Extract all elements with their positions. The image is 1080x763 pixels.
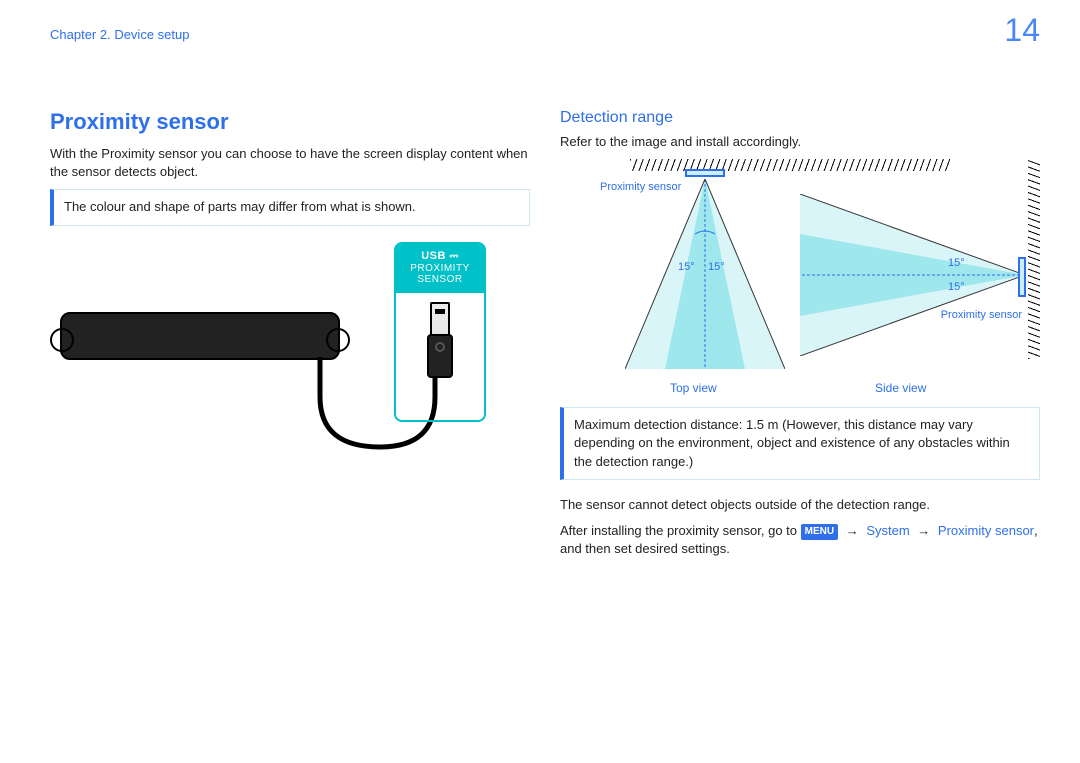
proximity-sensor-label-side: Proximity sensor — [941, 309, 1022, 322]
arrow-icon: → — [846, 523, 859, 538]
usb-proximity-sensor-box: USB ⎓ PROXIMITY SENSOR — [394, 242, 486, 422]
path-proximity-sensor: Proximity sensor — [938, 523, 1034, 538]
ceiling-hatch-graphic — [630, 159, 950, 171]
max-distance-note: Maximum detection distance: 1.5 m (Howev… — [560, 407, 1040, 480]
wall-hatch-graphic — [1028, 159, 1040, 359]
page-header: Chapter 2. Device setup 14 — [50, 20, 1040, 49]
color-shape-note: The colour and shape of parts may differ… — [50, 189, 530, 225]
usb-connector-graphic — [427, 302, 453, 378]
sensor-side-graphic — [1018, 257, 1026, 297]
chapter-label: Chapter 2. Device setup — [50, 27, 189, 42]
left-column: Proximity sensor With the Proximity sens… — [50, 109, 530, 566]
right-column: Detection range Refer to the image and i… — [560, 109, 1040, 566]
proximity-sensor-diagram: USB ⎓ PROXIMITY SENSOR — [50, 242, 530, 472]
angle-15-top-left: 15° — [678, 261, 695, 273]
top-view-label: Top view — [670, 381, 717, 395]
detection-range-diagram: Proximity sensor Proximity sensor 15° 15… — [560, 159, 1040, 399]
usb-icon: ⎓ — [450, 250, 459, 262]
install-instructions: After installing the proximity sensor, g… — [560, 522, 1040, 558]
proximity-label: PROXIMITY — [396, 263, 484, 274]
section-title-proximity-sensor: Proximity sensor — [50, 109, 530, 135]
top-view-cone-graphic — [625, 179, 785, 369]
intro-paragraph: With the Proximity sensor you can choose… — [50, 145, 530, 181]
side-view-label: Side view — [875, 381, 926, 395]
page-number: 14 — [1004, 12, 1040, 49]
angle-15-side-lower: 15° — [948, 281, 965, 293]
cannot-detect-text: The sensor cannot detect objects outside… — [560, 496, 1040, 514]
arrow-icon: → — [917, 523, 930, 538]
sensor-top-graphic — [685, 169, 725, 177]
sensor-bar-graphic — [60, 312, 340, 360]
section-title-detection-range: Detection range — [560, 109, 1040, 127]
detection-intro: Refer to the image and install according… — [560, 133, 1040, 151]
path-system: System — [866, 523, 909, 538]
sensor-label: SENSOR — [396, 274, 484, 285]
usb-label: USB — [421, 250, 446, 262]
proximity-sensor-label-top: Proximity sensor — [600, 181, 681, 194]
angle-15-top-right: 15° — [708, 261, 725, 273]
side-view-cone-graphic — [800, 194, 1025, 356]
angle-15-side-upper: 15° — [948, 257, 965, 269]
menu-badge: MENU — [801, 524, 838, 540]
